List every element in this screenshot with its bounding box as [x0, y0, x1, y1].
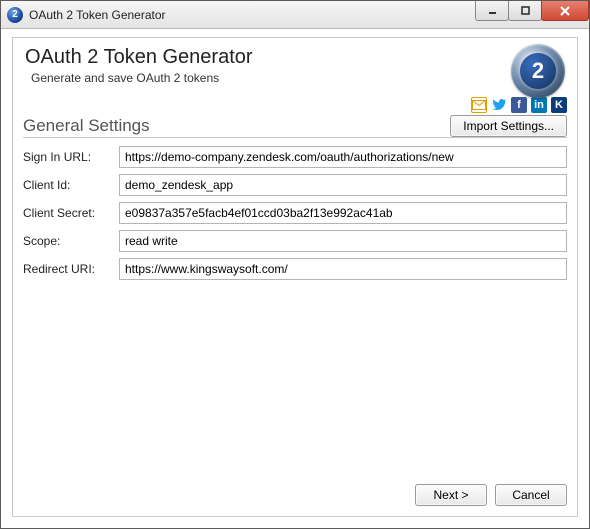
- maximize-button[interactable]: [508, 1, 542, 21]
- minimize-button[interactable]: [475, 1, 509, 21]
- maximize-icon: [520, 5, 531, 16]
- client-area: OAuth 2 Token Generator Generate and sav…: [2, 29, 588, 527]
- window-buttons: [476, 1, 589, 21]
- twitter-icon[interactable]: [491, 97, 507, 113]
- titlebar: 2 OAuth 2 Token Generator: [1, 1, 589, 29]
- page-subtitle: Generate and save OAuth 2 tokens: [31, 71, 565, 85]
- oauth2-badge: 2: [511, 44, 565, 98]
- page-title: OAuth 2 Token Generator: [25, 46, 565, 69]
- scope-label: Scope:: [23, 234, 113, 248]
- cancel-button[interactable]: Cancel: [495, 484, 567, 506]
- client-secret-input[interactable]: [119, 202, 567, 224]
- client-id-input[interactable]: [119, 174, 567, 196]
- next-button[interactable]: Next >: [415, 484, 487, 506]
- window-title: OAuth 2 Token Generator: [29, 8, 166, 22]
- client-id-label: Client Id:: [23, 178, 113, 192]
- social-icons: f in K: [23, 97, 567, 113]
- redirect-uri-label: Redirect URI:: [23, 262, 113, 276]
- linkedin-icon[interactable]: in: [531, 97, 547, 113]
- minimize-icon: [487, 5, 498, 16]
- client-secret-label: Client Secret:: [23, 206, 113, 220]
- section-row: General Settings Import Settings...: [23, 115, 567, 138]
- mail-icon[interactable]: [471, 97, 487, 113]
- signin-url-input[interactable]: [119, 146, 567, 168]
- footer-buttons: Next > Cancel: [415, 484, 567, 506]
- section-title: General Settings: [23, 116, 150, 136]
- scope-input[interactable]: [119, 230, 567, 252]
- signin-url-label: Sign In URL:: [23, 150, 113, 164]
- oauth2-badge-glyph: 2: [520, 53, 556, 89]
- main-panel: OAuth 2 Token Generator Generate and sav…: [12, 37, 578, 517]
- close-icon: [559, 5, 571, 17]
- settings-form: Sign In URL: Client Id: Client Secret: S…: [23, 146, 567, 280]
- facebook-icon[interactable]: f: [511, 97, 527, 113]
- close-button[interactable]: [541, 1, 589, 21]
- kingswaysoft-icon[interactable]: K: [551, 97, 567, 113]
- app-icon: 2: [7, 7, 23, 23]
- redirect-uri-input[interactable]: [119, 258, 567, 280]
- import-settings-button[interactable]: Import Settings...: [450, 115, 567, 137]
- header: OAuth 2 Token Generator Generate and sav…: [23, 44, 567, 93]
